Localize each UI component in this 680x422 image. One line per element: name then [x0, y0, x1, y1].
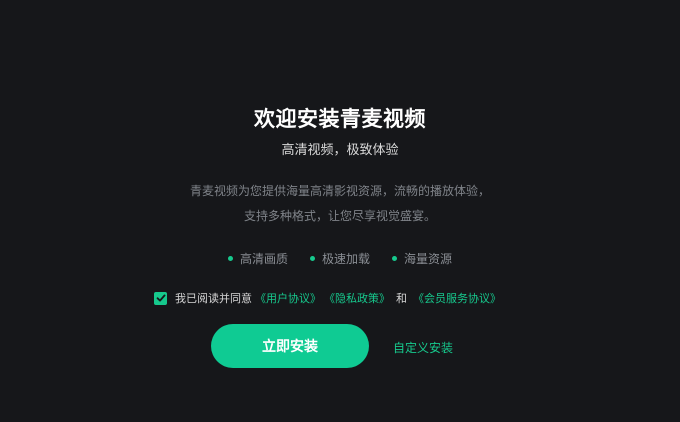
feature-item-fast-loading: 极速加载 [309, 250, 370, 267]
privacy-policy-link[interactable]: 《隐私政策》 [324, 290, 390, 306]
agreement-and: 和 [396, 292, 407, 305]
description-line-1: 青麦视频为您提供海量高清影视资源，流畅的播放体验， [189, 184, 490, 198]
custom-install-link[interactable]: 自定义安装 [393, 339, 453, 356]
feature-item-massive-resources: 海量资源 [392, 250, 452, 267]
bullet-dot-icon [392, 256, 397, 261]
user-agreement-link[interactable]: 《用户协议》 [255, 290, 321, 306]
installer-window: 欢迎安装青麦视频 高清视频，极致体验 青麦视频为您提供海量高清影视资源，流畅的播… [0, 0, 680, 422]
membership-agreement-link[interactable]: 《会员服务协议》 [413, 290, 501, 306]
feature-item-hd-quality: 高清画质 [227, 250, 288, 267]
feature-label: 极速加载 [321, 252, 370, 266]
agreement-checkbox[interactable] [154, 291, 167, 305]
installer-title: 欢迎安装青麦视频 [254, 107, 426, 131]
install-now-button[interactable]: 立即安装 [211, 324, 369, 368]
checkmark-icon [156, 294, 165, 302]
bullet-dot-icon [227, 256, 233, 261]
description-line-2: 支持多种格式，让您尽享视觉盛宴。 [243, 209, 436, 223]
feature-label: 海量资源 [404, 252, 453, 266]
feature-label: 高清画质 [239, 252, 288, 266]
agreement-prefix: 我已阅读并同意 [175, 292, 252, 305]
feature-list: 高清画质 极速加载 海量资源 [0, 250, 680, 267]
bullet-dot-icon [309, 256, 315, 261]
installer-subtitle: 高清视频，极致体验 [281, 143, 399, 158]
agreement-row: 我已阅读并同意 《用户协议》 《隐私政策》 和 《会员服务协议》 [154, 290, 501, 306]
